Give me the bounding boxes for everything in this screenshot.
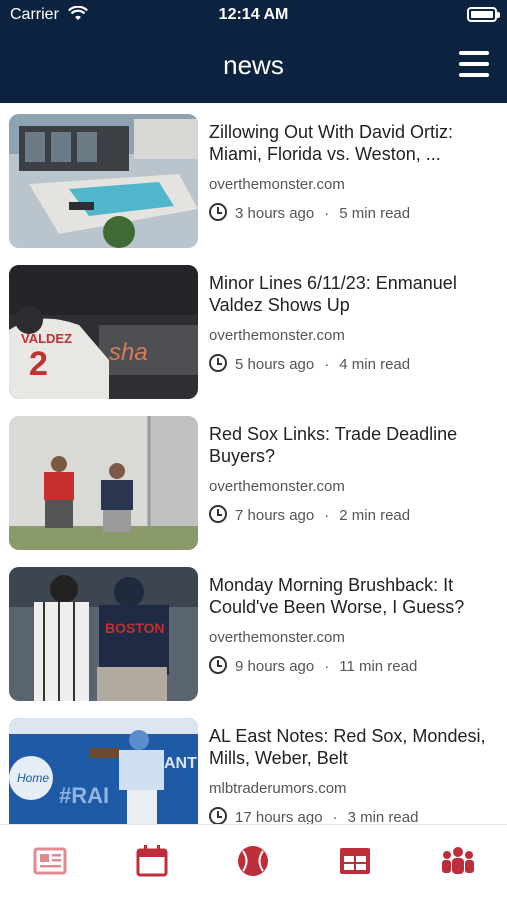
svg-text:ANT: ANT: [164, 755, 197, 772]
article-meta: 3 hours ago · 5 min read: [209, 203, 410, 222]
svg-text:sha: sha: [109, 339, 148, 366]
baseball-icon: [238, 846, 268, 876]
article-card[interactable]: Zillowing Out With David Ortiz: Miami, F…: [0, 103, 507, 248]
clock-icon: [209, 656, 227, 674]
tab-schedule[interactable]: [134, 843, 174, 883]
article-card[interactable]: Red Sox Links: Trade Deadline Buyers? ov…: [0, 405, 507, 550]
team-icon: [442, 847, 474, 874]
battery-icon: [467, 7, 500, 22]
article-time-ago: 3 hours ago: [235, 205, 315, 222]
article-source: overthemonster.com: [209, 176, 345, 193]
article-read-time: 11 min read: [339, 658, 418, 675]
article-meta: 9 hours ago · 11 min read: [209, 656, 417, 675]
article-thumbnail: [9, 416, 198, 550]
separator-dot: ·: [324, 205, 330, 222]
separator-dot: ·: [324, 658, 330, 675]
article-time-ago: 7 hours ago: [235, 507, 315, 524]
bottom-tab-bar: [0, 824, 507, 900]
article-headline: Zillowing Out With David Ortiz: Miami, F…: [209, 122, 454, 164]
article-card[interactable]: BOSTON Monday Morning Brushback: It Coul…: [0, 556, 507, 701]
article-read-time: 3 min read: [347, 809, 419, 824]
svg-text:BOSTON: BOSTON: [105, 620, 165, 636]
article-source: overthemonster.com: [209, 478, 345, 495]
article-time-ago: 5 hours ago: [235, 356, 315, 373]
tab-standings[interactable]: [337, 843, 377, 883]
svg-text:VALDEZ: VALDEZ: [21, 331, 72, 346]
article-card[interactable]: sha 2 VALDEZ Minor Lines 6/11/23: Enmanu…: [0, 254, 507, 399]
article-headline: Monday Morning Brushback: It Could've Be…: [209, 575, 465, 617]
hamburger-menu-button[interactable]: [459, 51, 489, 77]
tab-news[interactable]: [32, 843, 72, 883]
page-title: news: [223, 50, 284, 80]
svg-text:Home: Home: [17, 771, 49, 785]
clock-icon: [209, 807, 227, 824]
clock-icon: [209, 354, 227, 372]
table-icon: [340, 848, 370, 874]
article-read-time: 4 min read: [339, 356, 411, 373]
status-bar: Carrier 12:14 AM: [0, 0, 507, 32]
article-thumbnail: sha 2 VALDEZ: [9, 265, 198, 399]
clock-icon: [209, 505, 227, 523]
article-headline: Red Sox Links: Trade Deadline Buyers?: [209, 424, 458, 466]
svg-text:2: 2: [29, 345, 48, 383]
article-time-ago: 9 hours ago: [235, 658, 315, 675]
article-meta: 7 hours ago · 2 min read: [209, 505, 410, 524]
article-read-time: 2 min read: [339, 507, 411, 524]
article-card[interactable]: Home #RAI ANT AL East Notes: Red Sox, Mo…: [0, 707, 507, 824]
clock-time: 12:14 AM: [218, 6, 289, 23]
separator-dot: ·: [324, 356, 330, 373]
article-thumbnail: Home #RAI ANT: [9, 718, 198, 824]
separator-dot: ·: [324, 507, 330, 524]
article-source: overthemonster.com: [209, 629, 345, 646]
article-read-time: 5 min read: [339, 205, 411, 222]
article-headline: Minor Lines 6/11/23: Enmanuel Valdez Sho…: [209, 273, 457, 315]
article-source: mlbtraderumors.com: [209, 780, 347, 797]
app-header: Carrier 12:14 AM news: [0, 0, 507, 103]
clock-icon: [209, 203, 227, 221]
svg-text:#RAI: #RAI: [59, 783, 109, 808]
article-source: overthemonster.com: [209, 327, 345, 344]
article-meta: 17 hours ago · 3 min read: [209, 807, 418, 824]
tab-scores[interactable]: [235, 843, 275, 883]
article-thumbnail: BOSTON: [9, 567, 198, 701]
article-headline: AL East Notes: Red Sox, Mondesi, Mills, …: [209, 726, 486, 768]
calendar-icon: [136, 845, 168, 877]
article-meta: 5 hours ago · 4 min read: [209, 354, 410, 373]
separator-dot: ·: [332, 809, 338, 824]
article-time-ago: 17 hours ago: [235, 809, 323, 824]
article-thumbnail: [9, 114, 198, 248]
news-feed[interactable]: Zillowing Out With David Ortiz: Miami, F…: [0, 103, 507, 824]
newspaper-icon: [33, 847, 67, 875]
tab-roster[interactable]: [440, 843, 480, 883]
